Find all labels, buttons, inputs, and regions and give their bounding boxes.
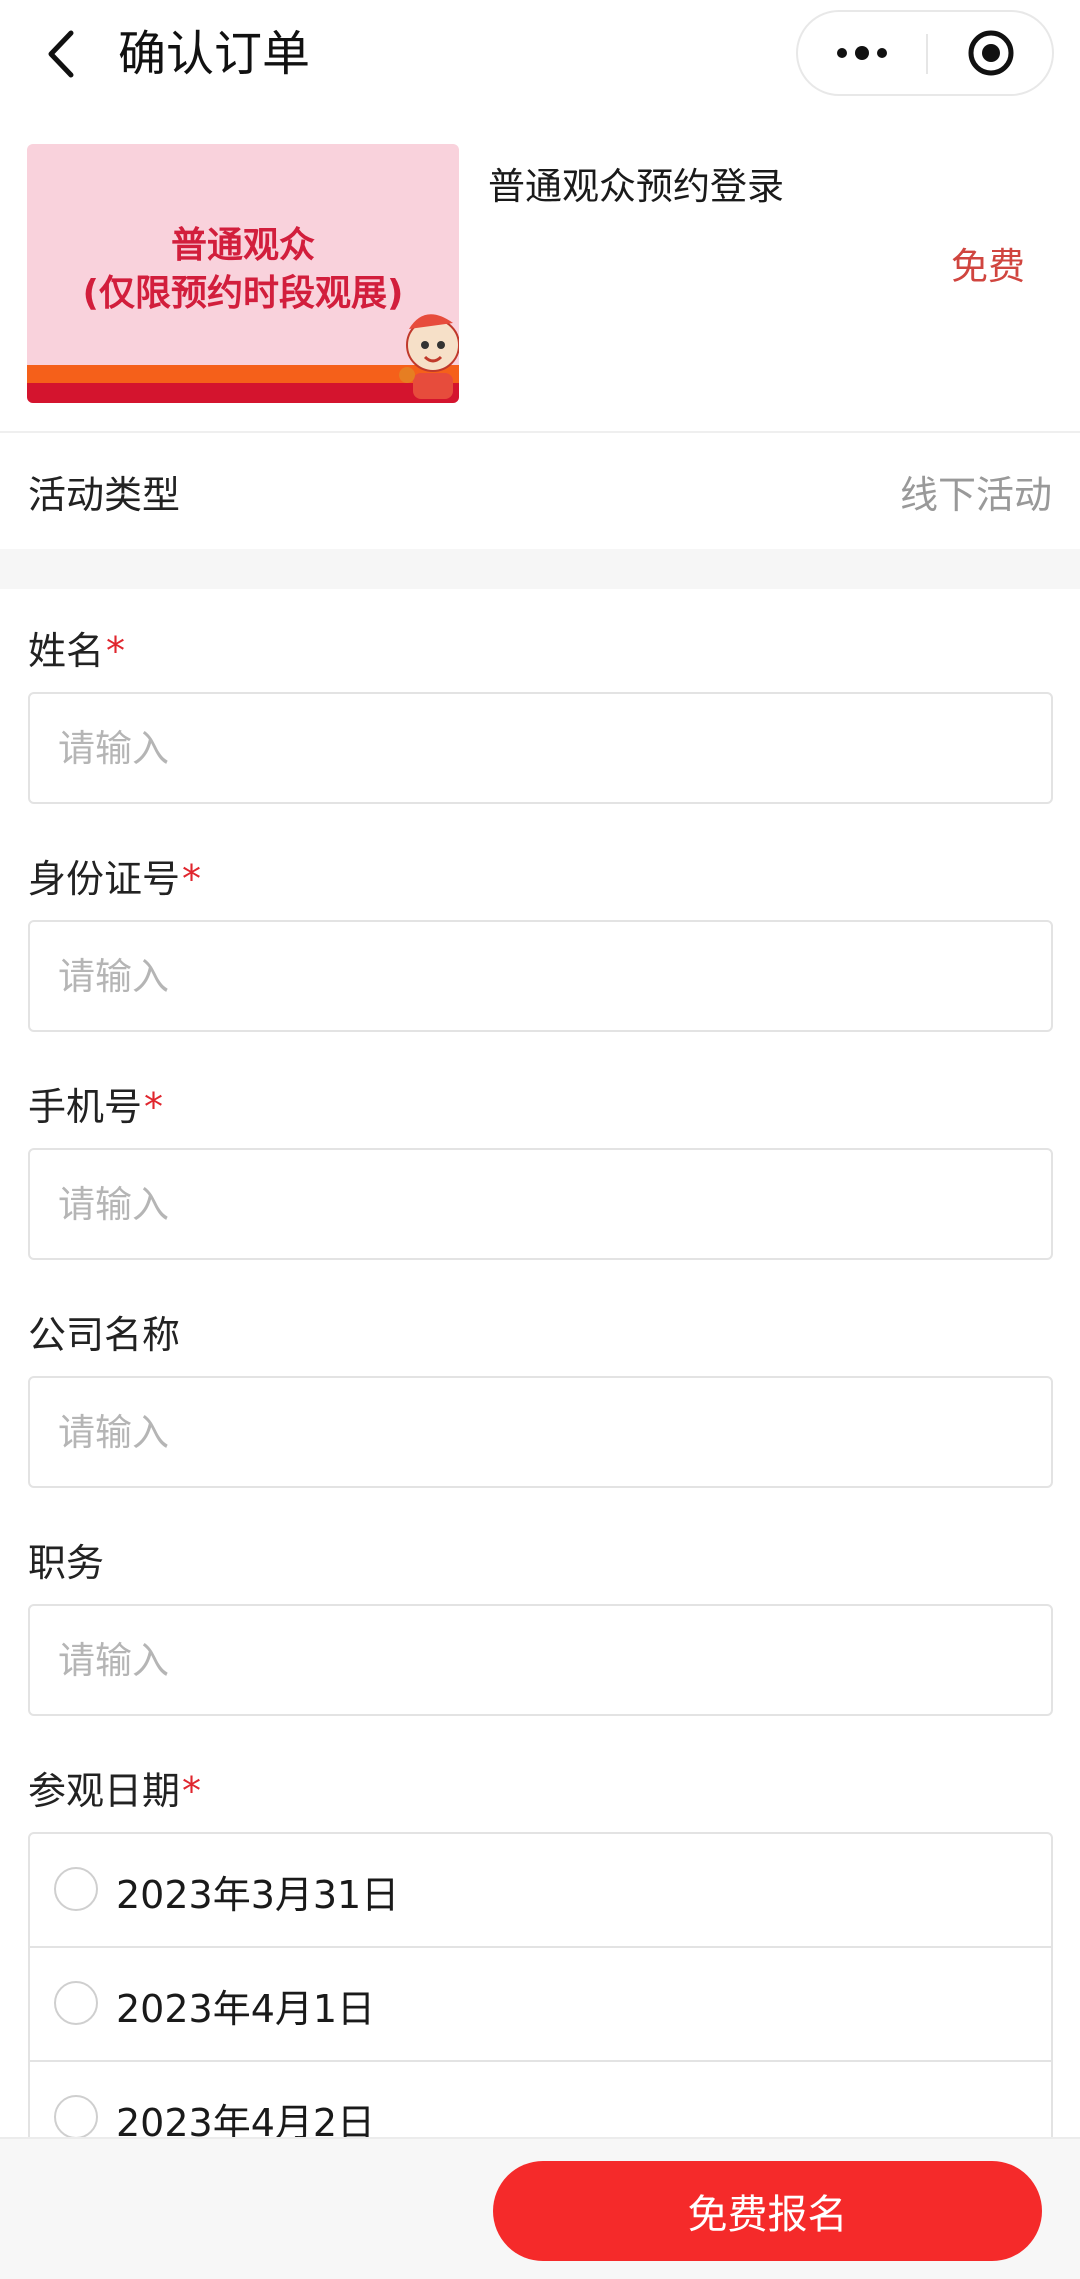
product-name: 普通观众预约登录 xyxy=(488,165,784,208)
confirm-order-page: 确认订单 普通观众 (仅限预约时段观展) 普通观众预约登录 免费 活动类型 线下… xyxy=(0,0,1080,2279)
field-label-text: 手机号 xyxy=(28,1085,143,1129)
field-label-text: 姓名 xyxy=(28,629,105,673)
activity-type-value: 线下活动 xyxy=(899,473,1052,517)
required-mark: * xyxy=(182,1769,202,1813)
date-option-label: 2023年4月1日 xyxy=(116,1987,376,2031)
id-number-label: 身份证号* xyxy=(28,848,201,903)
free-register-button[interactable]: 免费报名 xyxy=(493,2161,1042,2261)
field-label-text: 身份证号 xyxy=(28,857,181,901)
product-card: 普通观众 (仅限预约时段观展) 普通观众预约登录 免费 xyxy=(0,108,1080,433)
name-input[interactable] xyxy=(30,694,1051,802)
visit-date-label: 参观日期* xyxy=(28,1760,201,1815)
activity-type-row: 活动类型 线下活动 xyxy=(0,434,1080,549)
company-label: 公司名称 xyxy=(28,1304,180,1359)
back-button[interactable] xyxy=(30,22,90,86)
phone-input[interactable] xyxy=(30,1150,1051,1258)
name-field[interactable] xyxy=(28,692,1053,804)
activity-type-label: 活动类型 xyxy=(28,473,181,517)
section-divider xyxy=(0,549,1080,589)
date-option[interactable]: 2023年3月31日 xyxy=(30,1834,1051,1948)
field-label-text: 公司名称 xyxy=(28,1313,181,1357)
field-label-text: 职务 xyxy=(28,1541,105,1585)
position-field[interactable] xyxy=(28,1604,1053,1716)
radio-button[interactable] xyxy=(54,1867,98,1911)
required-mark: * xyxy=(106,629,126,673)
radio-button[interactable] xyxy=(54,1981,98,2025)
field-label-text: 参观日期 xyxy=(28,1769,181,1813)
banner-title: 普通观众 xyxy=(170,225,315,266)
product-price: 免费 xyxy=(951,245,1025,288)
phone-field[interactable] xyxy=(28,1148,1053,1260)
radio-button[interactable] xyxy=(54,2095,98,2139)
date-option[interactable]: 2023年4月1日 xyxy=(30,1948,1051,2062)
navigation-bar: 确认订单 xyxy=(0,0,1080,108)
company-field[interactable] xyxy=(28,1376,1053,1488)
product-banner-image: 普通观众 (仅限预约时段观展) xyxy=(27,144,459,403)
company-input[interactable] xyxy=(30,1378,1051,1486)
required-mark: * xyxy=(182,857,202,901)
required-mark: * xyxy=(144,1085,164,1129)
date-option-label: 2023年3月31日 xyxy=(116,1873,400,1917)
id-number-field[interactable] xyxy=(28,920,1053,1032)
mini-program-capsule xyxy=(796,10,1054,96)
position-label: 职务 xyxy=(28,1532,104,1587)
position-input[interactable] xyxy=(30,1606,1051,1714)
more-button[interactable] xyxy=(798,12,926,94)
target-circle-icon xyxy=(968,30,1014,76)
more-dots-icon xyxy=(837,46,887,60)
id-number-input[interactable] xyxy=(30,922,1051,1030)
chevron-left-icon xyxy=(48,30,74,78)
bottom-action-bar: 免费报名 xyxy=(0,2137,1080,2279)
phone-label: 手机号* xyxy=(28,1076,163,1131)
name-label: 姓名* xyxy=(28,620,125,675)
close-mini-program-button[interactable] xyxy=(928,12,1054,94)
page-title: 确认订单 xyxy=(118,26,311,82)
mascot-illustration xyxy=(399,314,459,399)
